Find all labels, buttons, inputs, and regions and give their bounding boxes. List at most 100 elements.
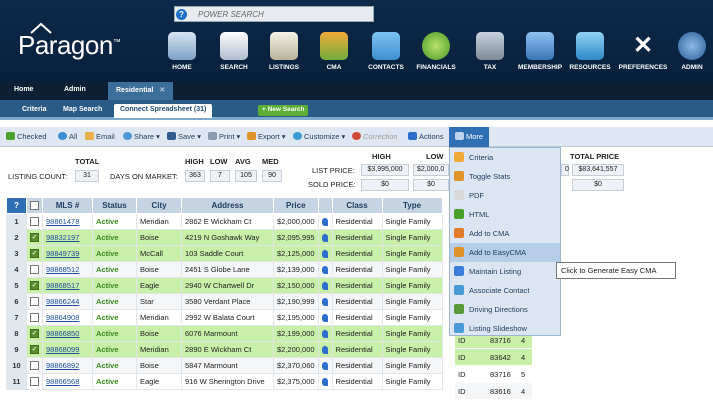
row-checkbox[interactable] xyxy=(30,361,39,371)
actions-button[interactable]: Actions xyxy=(408,132,444,141)
map-pin-cell[interactable] xyxy=(317,357,333,374)
module-tab-home[interactable]: Home xyxy=(14,86,33,93)
mls-cell[interactable]: 98868517 xyxy=(42,277,93,294)
mls-link[interactable]: 98866892 xyxy=(46,361,79,370)
map-pin-icon[interactable] xyxy=(322,218,329,226)
more-button[interactable]: More xyxy=(449,127,490,147)
mls-link[interactable]: 98868517 xyxy=(46,281,79,290)
row-checkbox[interactable]: ✓ xyxy=(30,329,39,339)
map-pin-icon[interactable] xyxy=(322,234,329,242)
select-all-checkbox[interactable] xyxy=(30,201,39,211)
row-checkbox[interactable] xyxy=(30,313,39,323)
map-pin-cell[interactable] xyxy=(317,309,333,326)
table-row[interactable]: 7 98864908 Active Meridian 2992 W Balata Cou… xyxy=(6,309,443,326)
row-select-cell[interactable]: ✓ xyxy=(26,341,43,358)
nav-resources-button[interactable]: RESOURCES xyxy=(566,32,614,78)
row-select-cell[interactable] xyxy=(26,373,43,390)
module-tab-admin[interactable]: Admin xyxy=(64,86,86,93)
mls-link[interactable]: 98849739 xyxy=(46,249,79,258)
save-button[interactable]: Save ▾ xyxy=(167,132,201,141)
map-pin-cell[interactable] xyxy=(317,277,333,294)
mls-cell[interactable]: 98849739 xyxy=(42,245,93,262)
row-select-cell[interactable] xyxy=(26,309,43,326)
nav-cma-button[interactable]: CMA xyxy=(318,32,350,78)
nav-contacts-button[interactable]: CONTACTS xyxy=(364,32,408,78)
table-row[interactable]: 9 ✓ 98868099 Active Meridian 2890 E Wickham C… xyxy=(6,341,443,358)
row-checkbox[interactable]: ✓ xyxy=(30,281,39,291)
print-button[interactable]: Print ▾ xyxy=(208,132,240,141)
row-select-cell[interactable]: ✓ xyxy=(26,277,43,294)
table-row[interactable]: 5 ✓ 98868517 Active Eagle 2940 W Chartwell Dr… xyxy=(6,277,443,294)
customize-button[interactable]: Customize ▾ xyxy=(293,132,345,141)
mls-link[interactable]: 98861478 xyxy=(46,217,79,226)
map-pin-icon[interactable] xyxy=(322,314,329,322)
map-pin-icon[interactable] xyxy=(322,282,329,290)
map-pin-icon[interactable] xyxy=(322,298,329,306)
city-column-header[interactable]: City xyxy=(136,197,182,214)
nav-admin-button[interactable]: ADMIN xyxy=(676,32,708,78)
map-pin-icon[interactable] xyxy=(322,330,329,338)
mls-cell[interactable]: 98866244 xyxy=(42,293,93,310)
map-pin-cell[interactable] xyxy=(317,293,333,310)
menu-item-associate-contact[interactable]: Associate Contact xyxy=(450,281,560,300)
nav-membership-button[interactable]: MEMBERSHIP xyxy=(514,32,566,78)
row-checkbox[interactable]: ✓ xyxy=(30,249,39,259)
table-row[interactable]: 8 ✓ 98866850 Active Boise 6076 Marmount $2,199… xyxy=(6,325,443,342)
mls-link[interactable]: 98868099 xyxy=(46,345,79,354)
status-column-header[interactable]: Status xyxy=(92,197,137,214)
map-pin-cell[interactable] xyxy=(317,373,333,390)
menu-item-listing-slideshow[interactable]: Listing Slideshow xyxy=(450,319,560,338)
checked-button[interactable]: Checked xyxy=(6,132,47,141)
row-checkbox[interactable]: ✓ xyxy=(30,345,39,355)
row-select-cell[interactable] xyxy=(26,357,43,374)
menu-item-driving-directions[interactable]: Driving Directions xyxy=(450,300,560,319)
mls-link[interactable]: 98868512 xyxy=(46,265,79,274)
menu-item-maintain-listing[interactable]: Maintain Listing xyxy=(450,262,560,281)
all-button[interactable]: All xyxy=(58,132,77,141)
type-column-header[interactable]: Type xyxy=(381,197,443,214)
nav-home-button[interactable]: HOME xyxy=(168,32,196,78)
menu-item-add-to-cma[interactable]: Add to CMA xyxy=(450,224,560,243)
map-pin-cell[interactable] xyxy=(317,213,333,230)
nav-listings-button[interactable]: LISTINGS xyxy=(264,32,304,78)
menu-item-html[interactable]: HTML xyxy=(450,205,560,224)
row-checkbox[interactable] xyxy=(30,217,39,227)
map-pin-icon[interactable] xyxy=(322,378,329,386)
menu-item-add-to-easycma[interactable]: Add to EasyCMA xyxy=(450,243,560,262)
share-button[interactable]: Share ▾ xyxy=(123,132,160,141)
tab-map-search[interactable]: Map Search xyxy=(57,104,108,118)
map-pin-cell[interactable] xyxy=(317,245,333,262)
row-select-cell[interactable]: ✓ xyxy=(26,229,43,246)
table-row[interactable]: 4 98868512 Active Boise 2451 S Globe Lane $2,… xyxy=(6,261,443,278)
mls-cell[interactable]: 98864908 xyxy=(42,309,93,326)
map-pin-cell[interactable] xyxy=(317,341,333,358)
map-pin-cell[interactable] xyxy=(317,229,333,246)
menu-item-criteria[interactable]: Criteria xyxy=(450,148,560,167)
help-icon[interactable]: ? xyxy=(176,9,187,20)
help-column-header[interactable]: ? xyxy=(6,197,27,214)
table-row[interactable]: 11 98866568 Active Eagle 916 W Sherington Dr… xyxy=(6,373,443,390)
mls-column-header[interactable]: MLS # xyxy=(42,197,93,214)
correction-button[interactable]: Correction xyxy=(352,132,398,141)
row-select-cell[interactable] xyxy=(26,293,43,310)
map-pin-icon[interactable] xyxy=(322,250,329,258)
mls-cell[interactable]: 98866568 xyxy=(42,373,93,390)
row-checkbox[interactable]: ✓ xyxy=(30,233,39,243)
select-all-header[interactable] xyxy=(26,197,43,214)
map-pin-icon[interactable] xyxy=(322,266,329,274)
table-row[interactable]: 2 ✓ 98832197 Active Boise 4219 N Goshawk Way $… xyxy=(6,229,443,246)
module-tab-residential[interactable]: Residential ✕ xyxy=(108,82,174,100)
tab-criteria[interactable]: Criteria xyxy=(16,104,53,118)
class-column-header[interactable]: Class xyxy=(331,197,383,214)
price-column-header[interactable]: Price xyxy=(273,197,319,214)
address-column-header[interactable]: Address xyxy=(181,197,274,214)
nav-tax-button[interactable]: TAX xyxy=(476,32,504,78)
row-select-cell[interactable]: ✓ xyxy=(26,245,43,262)
email-button[interactable]: Email xyxy=(85,132,115,141)
mls-cell[interactable]: 98861478 xyxy=(42,213,93,230)
row-select-cell[interactable] xyxy=(26,261,43,278)
map-pin-icon[interactable] xyxy=(322,346,329,354)
nav-search-button[interactable]: SEARCH xyxy=(218,32,250,78)
row-checkbox[interactable] xyxy=(30,265,39,275)
mls-cell[interactable]: 98866850 xyxy=(42,325,93,342)
